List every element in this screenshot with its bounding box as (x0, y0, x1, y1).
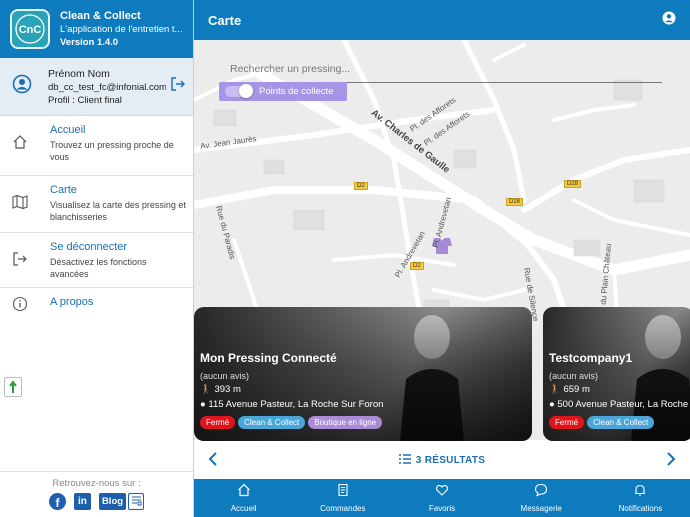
drawer-header: CnC Clean & Collect L'application de l'e… (0, 0, 193, 58)
info-icon (12, 296, 30, 317)
toggle-switch[interactable] (225, 84, 253, 98)
card-distance: 393 m (214, 384, 241, 395)
menu-item-logout[interactable]: Se déconnecter Désactivez les fonctions … (0, 233, 193, 288)
newspaper-icon (128, 493, 145, 510)
find-us-label: Retrouvez-nous sur : (52, 478, 141, 489)
profile-role: Profil : Client final (48, 94, 122, 106)
nav-favorites[interactable]: Favoris (392, 479, 491, 517)
facebook-icon[interactable]: f (48, 493, 66, 510)
logout-icon[interactable] (170, 76, 186, 97)
card-address: 500 Avenue Pasteur, La Roche Sur Foron (557, 399, 690, 410)
service-badge: Clean & Collect (238, 416, 306, 429)
app-bar: Carte (194, 0, 690, 40)
list-icon[interactable] (398, 451, 411, 469)
main-content: Carte Av. Charles de Gaulle Av. Jean Jau… (194, 0, 690, 517)
pressing-card[interactable]: Testcompany1 (aucun avis) 🚶 659 m ● 500 … (543, 307, 690, 441)
pin-icon: ● (549, 399, 555, 410)
nav-label: Notifications (618, 504, 663, 513)
logout-icon (12, 251, 30, 272)
menu-item-title: Accueil (50, 124, 86, 136)
app-version: Version 1.4.0 (60, 37, 119, 48)
bottom-navigation: Accueil Commandes Favoris Messagerie Not… (194, 479, 690, 517)
menu-item-home[interactable]: Accueil Trouvez un pressing proche de vo… (0, 116, 193, 176)
walk-icon: 🚶 (549, 384, 561, 395)
service-badge: Boutique en ligne (308, 416, 383, 429)
menu-item-title: Carte (50, 184, 77, 196)
app-subtitle: L'application de l'entretien t... (60, 24, 183, 35)
card-title: Mon Pressing Connecté (200, 351, 337, 365)
nav-messages[interactable]: Messagerie (492, 479, 591, 517)
walk-icon: 🚶 (200, 384, 212, 395)
profile-panel: Prénom Nom db_cc_test_fc@infonial.com Pr… (0, 58, 193, 116)
road-label: D28 (564, 180, 582, 188)
home-icon (12, 134, 30, 155)
nav-label: Commandes (320, 504, 366, 513)
menu-item-desc: Trouvez un pressing proche de vous (50, 140, 174, 162)
home-icon (237, 483, 251, 502)
linkedin-icon[interactable]: in (73, 493, 91, 510)
nav-notifications[interactable]: Notifications (591, 479, 690, 517)
blog-link[interactable]: Blog (98, 493, 145, 510)
menu-item-map[interactable]: Carte Visualisez la carte des pressing e… (0, 176, 193, 233)
chevron-right-icon[interactable] (666, 452, 676, 471)
card-address: 115 Avenue Pasteur, La Roche Sur Foron (208, 399, 384, 410)
orders-icon (336, 483, 350, 502)
nav-label: Favoris (428, 504, 456, 513)
nav-label: Messagerie (520, 504, 562, 513)
nav-home[interactable]: Accueil (194, 479, 293, 517)
nav-label: Accueil (230, 504, 257, 513)
menu-item-title: A propos (50, 296, 94, 308)
drawer-footer: Retrouvez-nous sur : f in Blog (0, 471, 193, 517)
heart-icon (435, 483, 449, 502)
menu-item-title: Se déconnecter (50, 241, 128, 253)
card-title: Testcompany1 (549, 351, 633, 365)
menu-item-desc: Désactivez les fonctions avancées (50, 257, 147, 279)
menu-item-about[interactable]: A propos (0, 288, 193, 318)
card-distance: 659 m (563, 384, 590, 395)
card-reviews: (aucun avis) (200, 371, 250, 381)
user-circle-icon (12, 74, 32, 99)
page-title: Carte (208, 12, 242, 28)
toggle-label: Points de collecte (259, 86, 334, 97)
search-field[interactable] (220, 55, 662, 83)
search-input[interactable] (220, 55, 662, 82)
account-icon[interactable] (662, 11, 676, 30)
profile-name: Prénom Nom (48, 67, 110, 80)
status-badge: Fermé (549, 416, 585, 429)
side-drawer: CnC Clean & Collect L'application de l'e… (0, 0, 194, 517)
menu-item-desc: Visualisez la carte des pressing et blan… (50, 200, 186, 222)
chat-icon (534, 483, 548, 502)
chevron-left-icon[interactable] (208, 452, 218, 471)
bell-icon (633, 483, 647, 502)
pressing-card[interactable]: Mon Pressing Connecté (aucun avis) 🚶 393… (194, 307, 532, 441)
collection-points-toggle[interactable]: Points de collecte (219, 82, 347, 101)
status-badge: Fermé (200, 416, 236, 429)
app-logo: CnC (10, 9, 50, 49)
results-bar: 3 RÉSULTATS (194, 441, 690, 479)
service-badge: Clean & Collect (587, 416, 655, 429)
road-label: D2 (354, 182, 368, 190)
results-count[interactable]: 3 RÉSULTATS (416, 455, 485, 466)
accessibility-icon[interactable] (4, 377, 22, 397)
nav-orders[interactable]: Commandes (293, 479, 392, 517)
svg-text:CnC: CnC (19, 24, 42, 36)
pin-icon: ● (200, 399, 206, 410)
profile-email: db_cc_test_fc@infonial.com (48, 81, 166, 93)
road-label: D28 (506, 198, 524, 206)
app-name: Clean & Collect (60, 10, 141, 22)
road-label: D2 (410, 262, 424, 270)
map-icon (12, 194, 30, 215)
blog-label: Blog (98, 493, 127, 510)
card-reviews: (aucun avis) (549, 371, 599, 381)
